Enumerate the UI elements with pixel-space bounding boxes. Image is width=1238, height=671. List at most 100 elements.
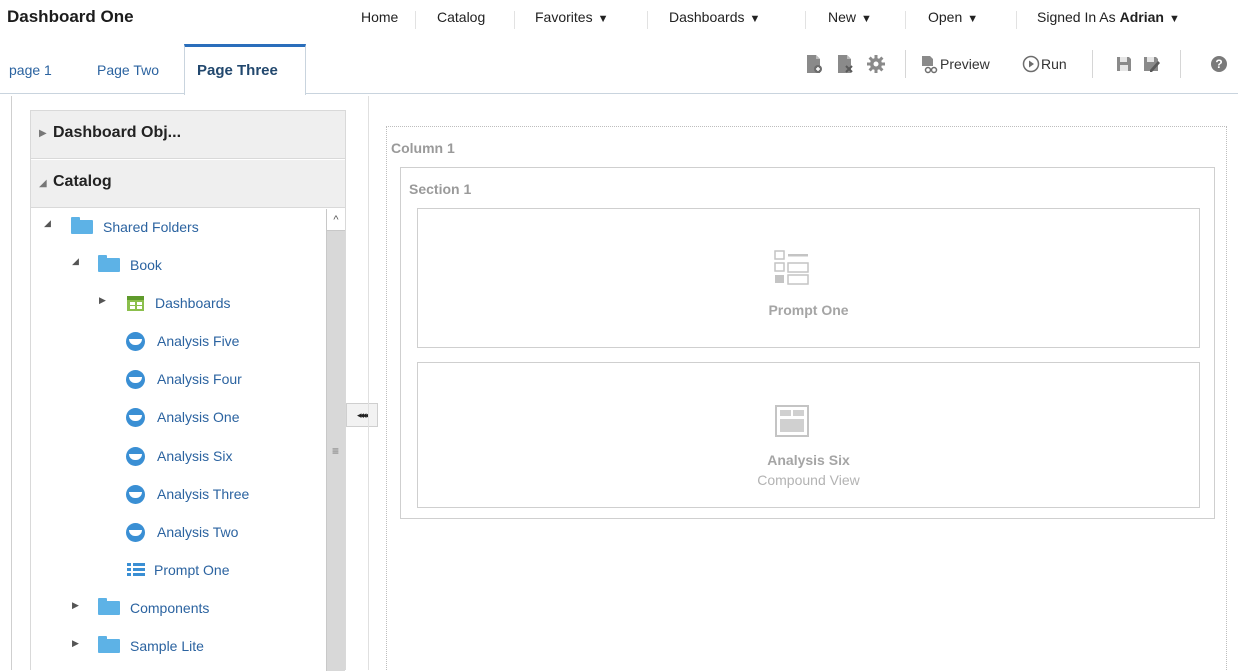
nav-dashboards[interactable]: Dashboards ▼ (669, 9, 760, 25)
run-icon (1022, 55, 1040, 73)
signed-in-label: Signed In As (1037, 9, 1116, 25)
save-as-icon (1144, 57, 1160, 72)
tree-item-label: Shared Folders (103, 219, 199, 235)
analysis-six-object[interactable]: Analysis Six Compound View (417, 362, 1200, 508)
properties-button[interactable] (866, 53, 886, 75)
preview-label: Preview (940, 56, 990, 72)
toolbar-separator (1180, 50, 1181, 78)
tree-item-analysis-three[interactable]: Analysis Three (126, 482, 249, 506)
save-button[interactable] (1115, 53, 1133, 75)
chevron-down-icon: ▼ (967, 13, 979, 25)
properties-gear-icon (867, 55, 885, 73)
tree-item-analysis-one[interactable]: Analysis One (126, 405, 239, 429)
tree-expand-icon[interactable]: ▶ (72, 600, 79, 611)
tree-item-components[interactable]: Components (98, 596, 209, 620)
scroll-up-button[interactable]: ^ (327, 209, 345, 231)
tree-scrollbar[interactable]: ^ ≡ (326, 209, 345, 671)
folder-icon (98, 636, 120, 653)
tree-collapse-icon[interactable]: ◢ (44, 218, 51, 229)
catalog-tree: ◢ Shared Folders ◢ Book ▶ Dashboards Ana… (31, 209, 326, 671)
object-view-type: Compound View (757, 472, 860, 488)
analysis-icon (126, 522, 145, 542)
toolbar-separator (905, 50, 906, 78)
tab-page-three[interactable]: Page Three (184, 44, 306, 95)
tab-page-three-label: Page Three (197, 62, 278, 79)
column-title: Column 1 (391, 140, 455, 156)
prompt-icon (127, 563, 145, 576)
tree-item-analysis-four[interactable]: Analysis Four (126, 367, 242, 391)
add-page-button[interactable] (805, 53, 823, 75)
dashboard-editor: ▶ Dashboard Obj... ◢ Catalog ◢ Shared Fo… (11, 96, 1238, 671)
chevron-down-icon: ▼ (861, 13, 872, 25)
tree-item-analysis-six[interactable]: Analysis Six (126, 444, 232, 468)
folder-icon (71, 217, 93, 234)
delete-page-icon (838, 55, 853, 73)
tree-item-sample-lite[interactable]: Sample Lite (98, 634, 204, 658)
run-button[interactable]: Run (1022, 53, 1067, 75)
catalog-label: Catalog (53, 173, 112, 190)
nav-separator (647, 11, 648, 29)
nav-dashboards-label: Dashboards (669, 9, 745, 25)
tree-item-book[interactable]: Book (98, 253, 162, 277)
prompt-one-object[interactable]: Prompt One (417, 208, 1200, 348)
tree-item-prompt-one[interactable]: Prompt One (127, 558, 229, 582)
column-1[interactable]: Column 1 Section 1 Prompt One Analysis S… (386, 126, 1227, 670)
delete-page-button[interactable] (836, 53, 854, 75)
nav-home[interactable]: Home (361, 9, 398, 25)
save-icon (1117, 57, 1131, 71)
catalog-header[interactable]: ◢ Catalog (31, 160, 345, 208)
add-page-icon (807, 55, 822, 73)
global-nav: Home Catalog Favorites ▼ Dashboards ▼ New ▼… (0, 9, 1238, 31)
header-bar: Dashboard One Home Catalog Favorites ▼ Da… (0, 0, 1238, 38)
analysis-icon (126, 484, 145, 504)
signed-in-menu[interactable]: Signed In As Adrian ▼ (1037, 9, 1180, 25)
analysis-icon (126, 407, 145, 427)
nav-separator (1016, 11, 1017, 29)
folder-icon (98, 598, 120, 615)
tree-item-label: Analysis Six (157, 448, 233, 464)
toolbar-separator (1092, 50, 1093, 78)
tab-page-two[interactable]: Page Two (97, 62, 159, 78)
nav-favorites[interactable]: Favorites ▼ (535, 9, 608, 25)
help-icon: ? (1211, 56, 1227, 72)
tree-item-label: Dashboards (155, 295, 231, 311)
nav-separator (514, 11, 515, 29)
tab-page-1[interactable]: page 1 (9, 62, 52, 78)
folder-icon (98, 255, 120, 272)
panel-divider (368, 96, 369, 670)
tree-item-label: Analysis One (157, 409, 240, 425)
section-1[interactable]: Section 1 Prompt One Analysis Six Compou… (400, 167, 1215, 519)
dashboard-objects-header[interactable]: ▶ Dashboard Obj... (31, 111, 345, 159)
dashboard-icon (127, 295, 144, 311)
tree-item-analysis-five[interactable]: Analysis Five (126, 329, 239, 353)
nav-open[interactable]: Open ▼ (928, 9, 978, 25)
tree-expand-icon[interactable]: ▶ (72, 638, 79, 649)
object-label: Analysis Six (767, 452, 850, 468)
tree-collapse-icon[interactable]: ◢ (72, 256, 79, 267)
tree-item-label: Analysis Two (157, 524, 239, 540)
scroll-grip-icon: ≡ (332, 444, 340, 458)
object-label: Prompt One (768, 302, 849, 318)
save-as-button[interactable] (1142, 53, 1162, 75)
preview-button[interactable]: Preview (920, 53, 990, 75)
nav-catalog[interactable]: Catalog (437, 9, 485, 25)
nav-separator (415, 11, 416, 29)
tree-item-label: Analysis Four (157, 371, 242, 387)
tree-item-label: Prompt One (154, 562, 230, 578)
tree-item-dashboards[interactable]: Dashboards (126, 291, 231, 315)
nav-new[interactable]: New ▼ (828, 9, 872, 25)
chevron-down-icon: ▼ (749, 13, 761, 25)
tree-item-analysis-two[interactable]: Analysis Two (126, 520, 238, 544)
tree-item-shared-folders[interactable]: Shared Folders (71, 215, 199, 239)
chevron-down-icon: ▼ (597, 13, 609, 25)
nav-separator (805, 11, 806, 29)
nav-separator (905, 11, 906, 29)
nav-new-label: New (828, 9, 857, 25)
analysis-icon (126, 331, 145, 351)
svg-text:?: ? (1215, 57, 1222, 71)
help-button[interactable]: ? (1210, 53, 1228, 75)
collapse-panel-button[interactable]: ◂◂◂◂ (346, 403, 378, 427)
tree-expand-icon[interactable]: ▶ (99, 295, 106, 306)
expand-triangle-icon: ▶ (39, 128, 47, 139)
tree-item-label: Book (130, 257, 162, 273)
